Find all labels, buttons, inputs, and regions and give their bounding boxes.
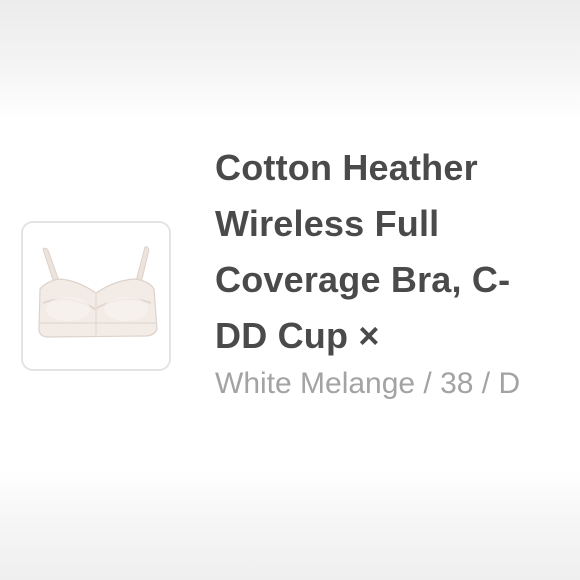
background-fade-top bbox=[0, 0, 580, 120]
remove-item-icon[interactable]: × bbox=[358, 315, 379, 356]
product-title[interactable]: Cotton Heather Wireless Full Coverage Br… bbox=[215, 140, 555, 364]
background-fade-bottom bbox=[0, 470, 580, 580]
product-thumbnail[interactable] bbox=[21, 221, 171, 371]
product-variant: White Melange / 38 / D bbox=[215, 367, 521, 400]
bra-product-image bbox=[38, 246, 158, 338]
